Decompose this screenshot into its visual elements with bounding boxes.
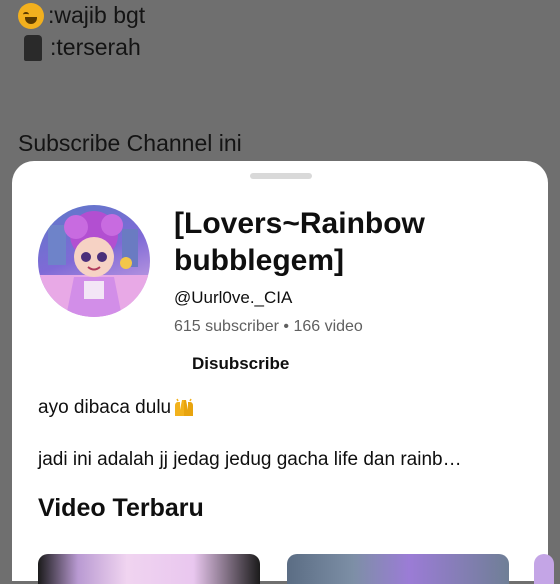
background-line-1-text: :wajib bgt: [48, 2, 146, 28]
unsubscribe-button[interactable]: Disubscribe: [192, 354, 289, 374]
latest-videos-heading: Video Terbaru: [38, 494, 204, 522]
description-line-1-text: ayo dibaca dulu: [38, 397, 172, 418]
video-thumbnail-2[interactable]: [287, 554, 509, 584]
drag-handle[interactable]: [250, 173, 312, 179]
description-line-1: ayo dibaca dulu: [38, 397, 195, 419]
video-thumbnail-3[interactable]: [534, 554, 554, 584]
background-line-1: :wajib bgt: [18, 2, 145, 29]
raising-hands-emoji-icon: [175, 398, 194, 416]
background-line-2: :terserah: [18, 34, 141, 61]
channel-stats: 615 subscriber • 166 video: [174, 318, 363, 335]
description-line-2[interactable]: jadi ini adalah jj jedag jedug gacha lif…: [38, 449, 462, 471]
channel-avatar[interactable]: [38, 205, 150, 317]
avatar-character-image: [38, 211, 150, 317]
channel-title: [Lovers~Rainbow bubblegem]: [174, 207, 425, 277]
laughing-emoji-icon: [18, 2, 44, 29]
background-line-2-text: :terserah: [50, 34, 141, 60]
channel-bottom-sheet: [Lovers~Rainbow bubblegem] @Uurl0ve._CIA…: [12, 161, 554, 584]
video-thumbnail-1[interactable]: [38, 554, 260, 584]
channel-handle: @Uurl0ve._CIA: [174, 288, 293, 307]
moai-emoji-icon: [24, 34, 42, 61]
subscribe-note: Subscribe Channel ini: [18, 130, 242, 156]
